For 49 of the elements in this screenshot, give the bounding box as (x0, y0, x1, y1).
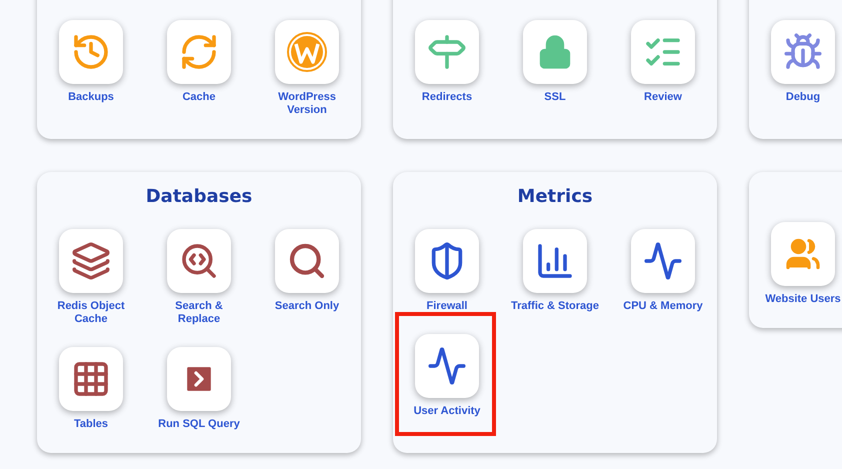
tool-tile[interactable] (59, 20, 123, 84)
refresh-icon (179, 32, 219, 72)
tool-label[interactable]: Cache (182, 91, 216, 104)
tool-label[interactable]: User Activity (414, 405, 480, 418)
table-icon (71, 359, 111, 399)
tool-label[interactable]: Search & Replace (153, 300, 245, 326)
tool-tile[interactable] (523, 20, 587, 84)
tool-tile[interactable] (631, 229, 695, 293)
bar-chart-icon (535, 241, 575, 281)
tool-tile[interactable] (631, 20, 695, 84)
tool-tile[interactable] (167, 20, 231, 84)
card-title: Metrics (516, 186, 594, 208)
tool-label[interactable]: Tables (74, 418, 108, 431)
tool-label[interactable]: Firewall (426, 300, 468, 313)
tool-tile[interactable] (275, 20, 339, 84)
tool-tile[interactable] (167, 229, 231, 293)
tool-tile[interactable] (771, 222, 835, 286)
tool-tile[interactable] (167, 347, 231, 411)
tool-label[interactable]: Redirects (422, 91, 472, 104)
tool-tile[interactable] (59, 229, 123, 293)
tool-tile[interactable] (771, 20, 835, 84)
tool-tile[interactable] (523, 229, 587, 293)
tool-label[interactable]: Website Users (765, 293, 841, 306)
tool-label[interactable]: SSL (544, 91, 566, 104)
tool-label[interactable]: Backups (68, 91, 114, 104)
tool-tile[interactable] (415, 20, 479, 84)
signpost-icon (427, 32, 467, 72)
tool-label[interactable]: Review (644, 91, 682, 104)
card-title: Databases (144, 186, 254, 208)
tool-label[interactable]: Search Only (274, 300, 340, 313)
pulse-icon (427, 346, 467, 386)
users-icon (785, 236, 821, 272)
tool-label[interactable]: WordPress Version (261, 91, 353, 117)
tool-tile[interactable] (415, 334, 479, 398)
pulse-icon (643, 241, 683, 281)
tool-tile[interactable] (275, 229, 339, 293)
bug-icon (783, 32, 823, 72)
search-icon (179, 241, 219, 281)
layers-icon (71, 241, 111, 281)
tool-label[interactable]: Run SQL Query (158, 418, 240, 431)
tool-tile[interactable] (415, 229, 479, 293)
wordpress-logo-icon (286, 31, 328, 73)
tool-label[interactable]: Debug (786, 91, 820, 104)
history-icon (71, 32, 111, 72)
tool-label[interactable]: Traffic & Storage (510, 300, 600, 313)
tool-label[interactable]: CPU & Memory (623, 300, 703, 313)
tool-label[interactable]: Redis Object Cache (45, 300, 137, 326)
search-icon (287, 241, 327, 281)
tool-tile[interactable] (59, 347, 123, 411)
